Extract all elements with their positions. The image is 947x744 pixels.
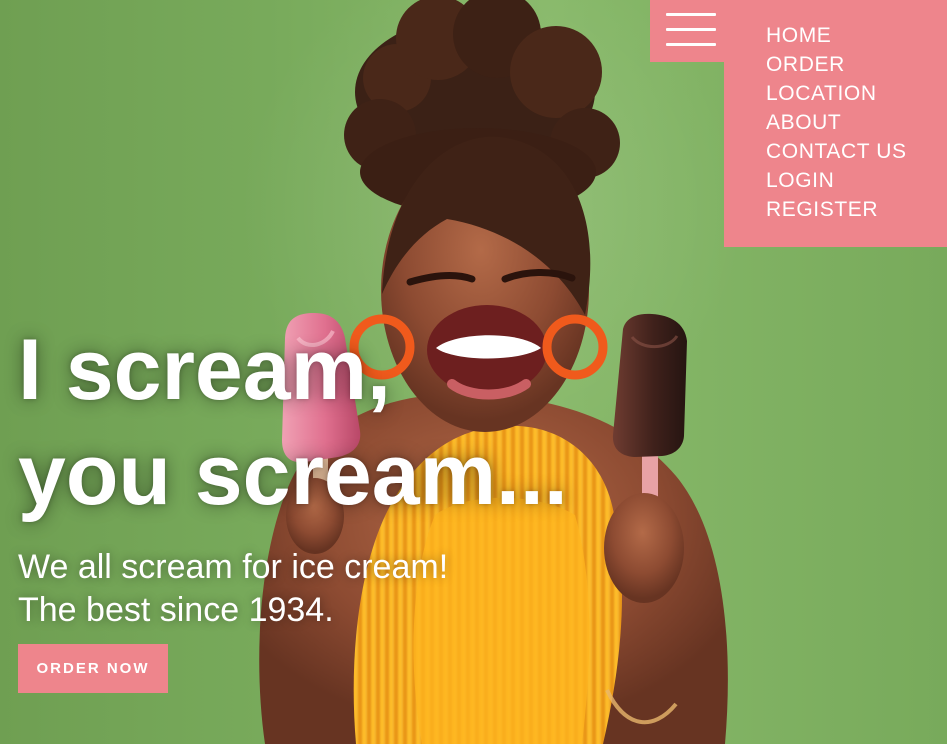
headline-line-1: I scream, <box>18 322 391 418</box>
nav-item-contact-us[interactable]: CONTACT US <box>766 139 947 168</box>
nav-item-about[interactable]: ABOUT <box>766 110 947 139</box>
nav-item-login[interactable]: LOGIN <box>766 168 947 197</box>
hamburger-line-top <box>666 13 716 16</box>
nav-item-location[interactable]: LOCATION <box>766 81 947 110</box>
navigation-list: HOME ORDER LOCATION ABOUT CONTACT US LOG… <box>724 0 947 226</box>
nav-item-order[interactable]: ORDER <box>766 52 947 81</box>
hero-headline: I scream, you scream... <box>18 318 568 528</box>
hamburger-line-middle <box>666 28 716 31</box>
navigation-menu: HOME ORDER LOCATION ABOUT CONTACT US LOG… <box>724 0 947 247</box>
order-now-button[interactable]: ORDER NOW <box>18 644 168 693</box>
nav-item-home[interactable]: HOME <box>766 23 947 52</box>
hamburger-line-bottom <box>666 43 716 46</box>
hero-tagline: We all scream for ice cream! The best si… <box>18 546 568 632</box>
headline-line-2: you scream... <box>18 427 568 523</box>
nav-item-register[interactable]: REGISTER <box>766 197 947 226</box>
tagline-line-1: We all scream for ice cream! <box>18 548 449 586</box>
hamburger-menu-icon[interactable] <box>650 0 724 62</box>
tagline-line-2: The best since 1934. <box>18 591 334 629</box>
hair-shape <box>344 0 620 216</box>
hero-copy: I scream, you scream... We all scream fo… <box>18 318 568 632</box>
ice-cream-landing-page: HOME ORDER LOCATION ABOUT CONTACT US LOG… <box>0 0 947 744</box>
chocolate-popsicle <box>604 313 687 725</box>
